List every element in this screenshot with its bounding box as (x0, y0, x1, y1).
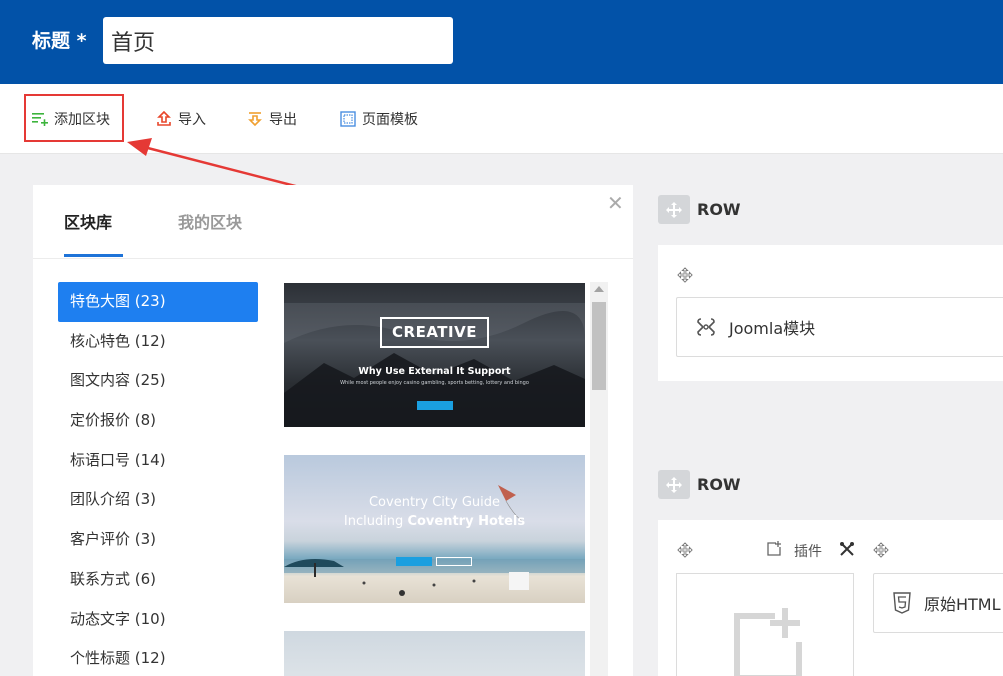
category-item[interactable]: 核心特色 (12) (58, 322, 258, 362)
block-thumbnail-creative[interactable]: CREATIVE Why Use External It Support Whi… (284, 283, 585, 427)
export-label: 导出 (269, 112, 297, 128)
thumb-small-text: While most people enjoy casino gambling,… (340, 380, 529, 386)
scroll-up-icon[interactable] (594, 286, 604, 292)
download-icon (247, 111, 263, 127)
title-label: 标题 * (32, 30, 87, 52)
category-item[interactable]: 个性标题 (12) (58, 639, 258, 676)
category-item[interactable]: 客户评价 (3) (58, 520, 258, 560)
move-icon (666, 476, 682, 493)
template-icon (340, 111, 356, 127)
block-library-panel: 区块库 我的区块 ✕ 特色大图 (23) 核心特色 (12) 图文内容 (25)… (33, 185, 633, 676)
thumb-cta-button (396, 557, 432, 566)
tab-my-blocks[interactable]: 我的区块 (178, 209, 242, 233)
page-template-button[interactable]: 页面模板 (340, 107, 418, 131)
block-thumbnail-coventry[interactable]: Coventry City Guide Including Coventry H… (284, 455, 585, 603)
thumb-heading-line1: Coventry City Guide (368, 495, 500, 510)
active-tab-indicator (64, 254, 123, 257)
category-item[interactable]: 团队介绍 (3) (58, 480, 258, 520)
row-drag-handle[interactable] (658, 195, 690, 224)
tools-icon[interactable] (839, 541, 855, 557)
add-addon-icon[interactable] (766, 541, 782, 557)
beach-image (284, 485, 585, 596)
thumb-secondary-button (436, 557, 472, 566)
category-item[interactable]: 特色大图 (23) (58, 282, 258, 322)
scroll-thumb[interactable] (592, 302, 606, 390)
row-label: ROW (697, 475, 741, 494)
addon-label[interactable]: 插件 (794, 541, 822, 561)
row-container: Joomla模块 (658, 245, 1003, 381)
html5-icon (893, 592, 911, 614)
title-input[interactable] (103, 17, 453, 64)
tab-block-library[interactable]: 区块库 (64, 209, 112, 233)
toolbar: 添加区块 导入 导出 页面模板 (0, 84, 1003, 154)
page-template-label: 页面模板 (362, 112, 418, 128)
module-label: Joomla模块 (729, 319, 816, 338)
category-item[interactable]: 标语口号 (14) (58, 441, 258, 481)
export-button[interactable]: 导出 (247, 107, 297, 131)
column-move-icon[interactable] (677, 267, 693, 283)
empty-column-dropzone[interactable] (676, 573, 854, 676)
category-item[interactable]: 联系方式 (6) (58, 560, 258, 600)
import-button[interactable]: 导入 (156, 107, 206, 131)
add-content-icon (734, 608, 802, 676)
category-item[interactable]: 定价报价 (8) (58, 401, 258, 441)
block-thumbnails: CREATIVE Why Use External It Support Whi… (283, 282, 610, 676)
thumb-cta-button (417, 401, 453, 410)
column-move-icon[interactable] (677, 542, 693, 558)
thumbnail-scrollbar[interactable] (590, 282, 608, 676)
import-label: 导入 (178, 112, 206, 128)
highlight-annotation (24, 94, 124, 142)
category-item[interactable]: 动态文字 (10) (58, 600, 258, 640)
row-label: ROW (697, 200, 741, 219)
thumb-title: CREATIVE (380, 317, 489, 348)
block-thumbnail-third[interactable] (284, 631, 585, 676)
move-icon (666, 201, 682, 218)
row-container: 插件 原始HTML (658, 520, 1003, 676)
close-icon[interactable]: ✕ (607, 191, 624, 215)
panel-tabs: 区块库 我的区块 (33, 185, 633, 259)
module-card-raw-html[interactable]: 原始HTML (873, 573, 1003, 633)
thumb-subtitle: Why Use External It Support (358, 366, 511, 377)
thumb-heading-line2: Including Coventry Hotels (343, 514, 526, 529)
row-drag-handle[interactable] (658, 470, 690, 499)
category-list: 特色大图 (23) 核心特色 (12) 图文内容 (25) 定价报价 (8) 标… (58, 282, 258, 676)
page-header: 标题 * (0, 0, 1003, 84)
module-label: 原始HTML (924, 595, 1001, 614)
module-card-joomla[interactable]: Joomla模块 (676, 297, 1003, 357)
joomla-icon (697, 318, 715, 336)
column-move-icon[interactable] (873, 542, 889, 558)
upload-icon (156, 111, 172, 127)
category-item[interactable]: 图文内容 (25) (58, 361, 258, 401)
